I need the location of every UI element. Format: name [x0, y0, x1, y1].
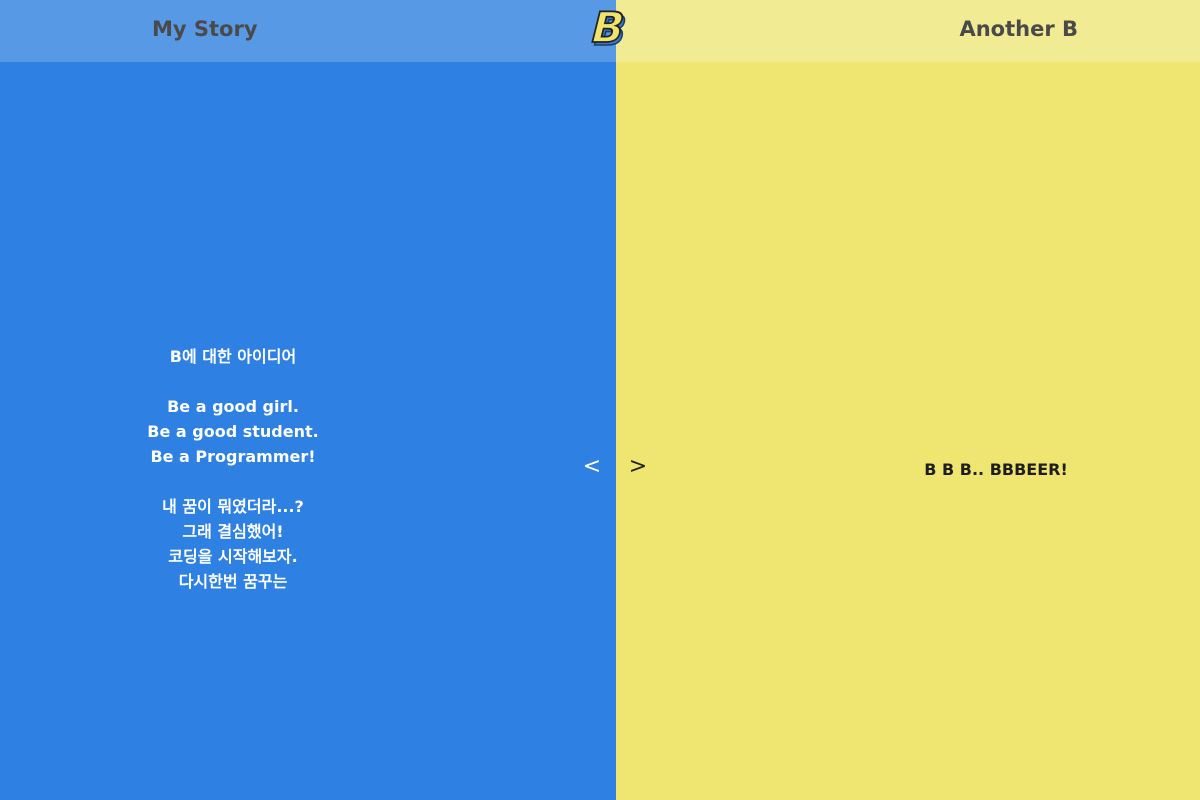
story-line: Be a good student.	[147, 422, 319, 441]
another-b-text: B B B.. BBBEER!	[924, 460, 1068, 479]
topbar-right-section	[616, 0, 1200, 62]
prev-arrow-button[interactable]: <	[582, 452, 602, 482]
another-b-panel	[616, 0, 1200, 800]
svg-text:B: B	[586, 4, 630, 50]
split-page: B에 대한 아이디어 Be a good girl. Be a good stu…	[0, 0, 1200, 800]
story-line: 내 꿈이 뭐였더라...?	[162, 497, 304, 516]
story-line: Be a Programmer!	[150, 447, 316, 466]
story-spacer	[90, 369, 376, 394]
my-story-link[interactable]: My Story	[152, 0, 258, 62]
b-logo-icon[interactable]: B B	[584, 3, 636, 57]
story-line: 코딩을 시작해보자.	[168, 547, 298, 566]
story-spacer	[90, 469, 376, 494]
top-navigation-bar: My Story Another B B B	[0, 0, 1200, 62]
story-line: Be a good girl.	[167, 397, 299, 416]
another-b-link[interactable]: Another B	[959, 0, 1078, 62]
story-line: B에 대한 아이디어	[169, 347, 297, 366]
story-text-block: B에 대한 아이디어 Be a good girl. Be a good stu…	[90, 344, 376, 594]
story-line: 그래 결심했어!	[182, 522, 284, 541]
topbar-left-section	[0, 0, 616, 62]
next-arrow-button[interactable]: >	[628, 452, 648, 482]
story-line: 다시한번 꿈꾸는	[178, 572, 288, 591]
my-story-panel: B에 대한 아이디어 Be a good girl. Be a good stu…	[0, 0, 616, 800]
